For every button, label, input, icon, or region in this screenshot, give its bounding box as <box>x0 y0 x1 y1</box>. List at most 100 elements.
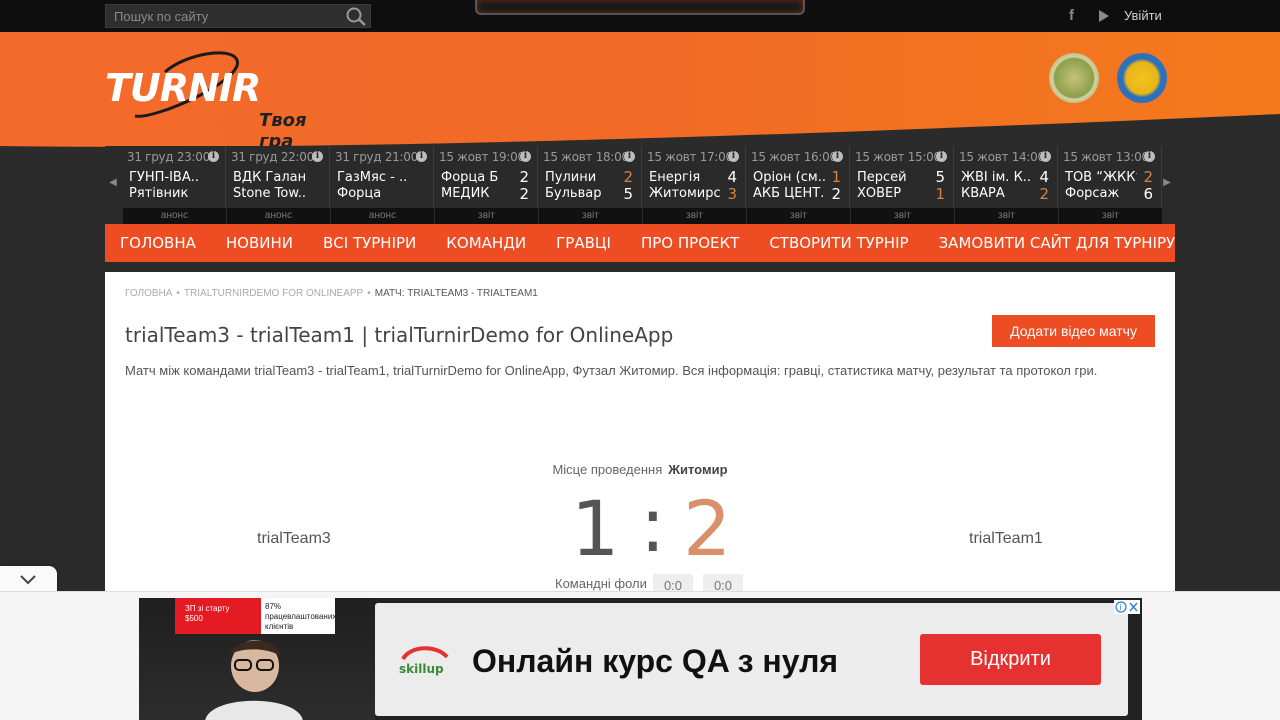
ad-promo-left: ЗП зі старту $500 <box>185 604 230 623</box>
match-team1: Оріон (см.. <box>753 170 825 185</box>
ticker-next-arrow-icon[interactable]: ▶ <box>1162 176 1172 190</box>
breadcrumb-home[interactable]: ГОЛОВНА <box>125 288 172 299</box>
breadcrumb-tournament[interactable]: TRIALTURNIRDEMO FOR ONLINEAPP <box>184 288 363 299</box>
top-banner-slot <box>475 0 805 15</box>
futsal-association-emblem[interactable] <box>1117 53 1167 103</box>
nav-order-site[interactable]: ЗАМОВИТИ САЙТ ДЛЯ ТУРНІРУ <box>924 234 1191 252</box>
nav-tournaments[interactable]: ВСІ ТУРНІРИ <box>308 234 431 252</box>
ad-person-image <box>205 640 303 720</box>
match-score2: 3 <box>727 185 737 203</box>
info-icon[interactable]: i <box>624 151 635 162</box>
match-score1: 1 <box>831 168 841 186</box>
ad-open-button[interactable]: Відкрити <box>920 634 1101 685</box>
match-card[interactable]: 15 жовт 14:00 i ЖВІ ім. К.. КВАРА 4 2 звіт <box>955 146 1058 224</box>
nav-about[interactable]: ПРО ПРОЕКТ <box>626 234 754 252</box>
match-card[interactable]: 31 груд 22:00i ВДК ГалантStone Tow.. анонс <box>227 146 330 224</box>
info-icon[interactable]: i <box>520 151 531 162</box>
search-box[interactable] <box>105 4 371 28</box>
match-datetime: 15 жовт 15:00 <box>855 150 941 164</box>
page-title: trialTeam3 - trialTeam1 | trialTurnirDem… <box>125 323 674 347</box>
main-content: ГОЛОВНА • TRIALTURNIRDEMO FOR ONLINEAPP • МА… <box>105 272 1175 602</box>
home-team-name[interactable]: trialTeam3 <box>257 530 331 548</box>
ad-promo-strip: ЗП зі старту $500 87% працевлаштованих к… <box>175 598 336 634</box>
match-status-label[interactable]: звіт <box>747 208 850 224</box>
match-card[interactable]: 15 жовт 16:00 i Оріон (см.. АКБ ЦЕНТ.. 1 2 зві… <box>747 146 850 224</box>
match-status-label[interactable]: звіт <box>539 208 642 224</box>
match-team2: Stone Tow.. <box>233 186 305 201</box>
match-status-label[interactable]: звіт <box>643 208 746 224</box>
chevron-down-icon[interactable] <box>20 575 36 585</box>
nav-home[interactable]: ГОЛОВНА <box>105 234 211 252</box>
venue-label: Місце проведення <box>552 462 663 477</box>
add-match-video-button[interactable]: Додати відео матчу <box>992 315 1155 347</box>
away-team-name[interactable]: trialTeam1 <box>969 530 1043 548</box>
match-team2: КВАРА <box>961 186 1005 201</box>
match-score1: 2 <box>1143 168 1153 186</box>
facebook-icon[interactable]: f <box>1069 8 1081 24</box>
match-status-label[interactable]: звіт <box>1059 208 1162 224</box>
match-team2: Форсаж <box>1065 186 1120 201</box>
match-team1: ГУНП-ІВА.. <box>129 170 200 185</box>
match-team2: Форца <box>337 186 382 201</box>
team-fouls-label: Командні фоли <box>555 576 647 591</box>
site-logo[interactable]: TURNIR Твоя гра <box>105 50 345 152</box>
info-icon[interactable]: i <box>416 151 427 162</box>
ad-banner[interactable]: ЗП зі старту $500 87% працевлаштованих к… <box>139 598 1142 720</box>
match-status-label[interactable]: анонс <box>123 208 226 224</box>
ad-choices-icon[interactable]: i <box>1114 600 1140 614</box>
breadcrumb: ГОЛОВНА • TRIALTURNIRDEMO FOR ONLINEAPP • МА… <box>125 288 538 299</box>
search-icon[interactable] <box>345 6 367 26</box>
match-team2: МЕДИК <box>441 186 490 201</box>
match-card[interactable]: 15 жовт 18:00 i Пулини Бульвар 2 5 звіт <box>539 146 642 224</box>
match-card[interactable]: 31 груд 21:00 i ГазМяс - .. Форца анонс <box>331 146 434 224</box>
match-team2: ХОВЕР <box>857 186 902 201</box>
match-score2: 5 <box>623 185 633 203</box>
city-emblem[interactable] <box>1049 53 1099 103</box>
info-icon[interactable]: i <box>1144 151 1155 162</box>
match-datetime: 15 жовт 13:00 <box>1063 150 1149 164</box>
match-status-label[interactable]: звіт <box>955 208 1058 224</box>
away-score: 2 <box>683 484 732 573</box>
info-icon[interactable]: i <box>208 151 219 162</box>
ad-brand: skillup <box>399 662 444 676</box>
search-input[interactable] <box>114 7 334 25</box>
login-link[interactable]: Увійти <box>1124 8 1162 23</box>
info-icon[interactable]: i <box>1040 151 1051 162</box>
match-team2: Рятівник <box>129 186 189 201</box>
match-status-label[interactable]: анонс <box>331 208 434 224</box>
match-status-label[interactable]: звіт <box>435 208 538 224</box>
match-datetime: 15 жовт 18:00 <box>543 150 629 164</box>
skillup-logo-icon: skillup <box>399 646 449 676</box>
youtube-play-icon[interactable] <box>1098 9 1110 23</box>
match-card[interactable]: 31 груд 23:00 i ГУНП-ІВА.. Рятівник анонс <box>123 146 226 224</box>
match-datetime: 15 жовт 14:00 <box>959 150 1045 164</box>
match-description: Матч між командами trialTeam3 - trialTea… <box>125 363 1098 378</box>
info-icon[interactable]: i <box>728 151 739 162</box>
match-status-label[interactable]: анонс <box>227 208 330 224</box>
match-score: 1 : 2 <box>565 480 735 574</box>
match-score2: 2 <box>1039 185 1049 203</box>
nav-create-tournament[interactable]: СТВОРИТИ ТУРНІР <box>754 234 923 252</box>
nav-news[interactable]: НОВИНИ <box>211 234 308 252</box>
match-card[interactable]: 15 жовт 19:00 i Форца Б МЕДИК 2 2 звіт <box>435 146 538 224</box>
nav-players[interactable]: ГРАВЦІ <box>541 234 626 252</box>
ad-promo-right: 87% працевлаштованих клієнтів <box>261 598 336 634</box>
match-card[interactable]: 15 жовт 13:00 i ТОВ “ЖКК” Форсаж 2 6 звіт <box>1059 146 1162 224</box>
match-team1: ГазМяс - .. <box>337 170 408 185</box>
info-icon[interactable]: i <box>936 151 947 162</box>
match-card[interactable]: 15 жовт 15:00 i Персей ХОВЕР 5 1 звіт <box>851 146 954 224</box>
score-separator: : <box>640 480 666 569</box>
info-icon[interactable]: i <box>312 151 323 162</box>
match-team2: Житомирсь.. <box>649 186 721 201</box>
match-score1: 2 <box>623 168 633 186</box>
match-card[interactable]: 15 жовт 17:00i ЕнергіяЖитомирсь.. 43 звіт <box>643 146 746 224</box>
match-score2: 2 <box>831 185 841 203</box>
nav-teams[interactable]: КОМАНДИ <box>431 234 541 252</box>
match-status-label[interactable]: звіт <box>851 208 954 224</box>
match-team1: Енергія <box>649 170 701 185</box>
ticker-prev-arrow-icon[interactable]: ◀ <box>108 176 118 190</box>
info-icon[interactable]: i <box>832 151 843 162</box>
ad-photo: ЗП зі старту $500 87% працевлаштованих к… <box>139 598 375 720</box>
bottom-ad-bar: ЗП зі старту $500 87% працевлаштованих к… <box>0 591 1280 720</box>
match-score1: 4 <box>727 168 737 186</box>
